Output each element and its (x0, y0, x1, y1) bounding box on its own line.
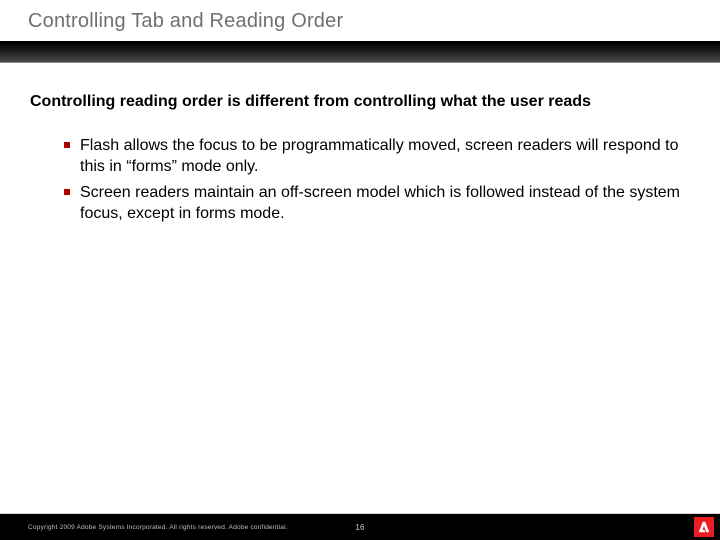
page-number: 16 (355, 523, 364, 532)
list-item-text: Flash allows the focus to be programmati… (80, 137, 679, 176)
list-item: Flash allows the focus to be programmati… (64, 135, 690, 178)
footer: Copyright 2009 Adobe Systems Incorporate… (0, 514, 720, 540)
list-item: Screen readers maintain an off-screen mo… (64, 182, 690, 225)
title-divider (0, 41, 720, 63)
copyright-text: Copyright 2009 Adobe Systems Incorporate… (28, 524, 288, 531)
adobe-logo-icon (694, 517, 714, 537)
slide-body: Controlling reading order is different f… (0, 63, 720, 540)
subheading: Controlling reading order is different f… (30, 91, 690, 113)
slide: Controlling Tab and Reading Order Contro… (0, 0, 720, 540)
list-item-text: Screen readers maintain an off-screen mo… (80, 184, 680, 223)
slide-title: Controlling Tab and Reading Order (0, 0, 720, 41)
adobe-a-glyph (697, 520, 711, 534)
bullet-list: Flash allows the focus to be programmati… (30, 135, 690, 225)
subheading-text: Controlling reading order is different f… (30, 91, 690, 113)
